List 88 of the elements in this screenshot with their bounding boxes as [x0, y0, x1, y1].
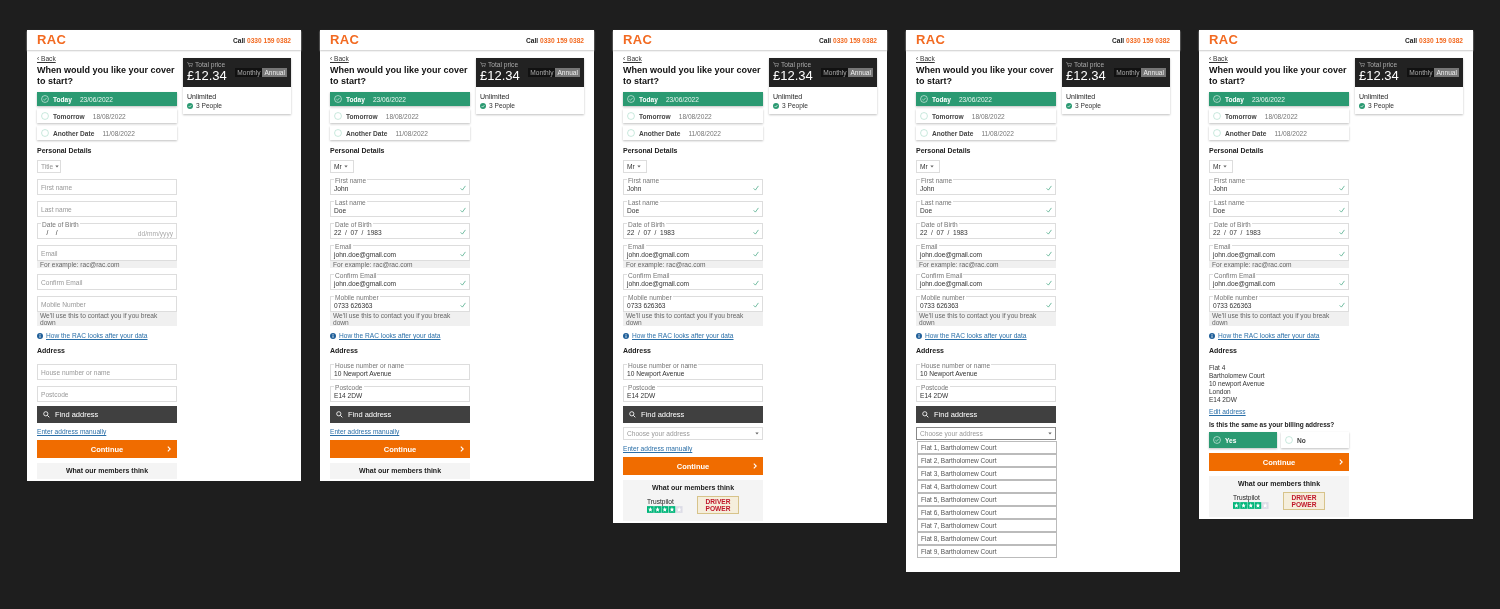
star-rating-drawing — [1233, 501, 1269, 509]
page-heading: When would you like your cover to start? — [37, 65, 176, 87]
page-heading: When would you like your cover to start? — [623, 65, 762, 87]
check-circle-icon — [1213, 95, 1221, 103]
check-icon — [460, 229, 466, 235]
search-icon — [43, 411, 50, 418]
info-icon — [623, 332, 629, 339]
rac-logo: RAC — [623, 33, 653, 47]
cart-icon — [1359, 61, 1365, 68]
radio-icon — [920, 112, 928, 120]
check-icon — [753, 302, 759, 308]
rac-logo: RAC — [330, 33, 360, 47]
total-price: £12.34 — [1066, 68, 1106, 84]
check-circle-icon — [41, 95, 49, 103]
radio-icon — [627, 129, 635, 137]
check-icon — [1046, 185, 1052, 191]
radio-icon — [1285, 436, 1293, 444]
rac-logo: RAC — [1209, 33, 1239, 47]
check-icon — [753, 229, 759, 235]
check-icon — [1046, 229, 1052, 235]
check-icon — [1339, 280, 1345, 286]
check-circle-icon — [920, 95, 928, 103]
check-icon — [1339, 229, 1345, 235]
radio-icon — [1213, 112, 1221, 120]
total-price: £12.34 — [773, 68, 813, 84]
caret-icon — [343, 165, 348, 168]
radio-icon — [41, 129, 49, 137]
check-icon — [1339, 185, 1345, 191]
cart-icon — [1066, 61, 1072, 68]
check-icon — [460, 207, 466, 213]
check-icon — [1046, 302, 1052, 308]
page-heading: When would you like your cover to start? — [330, 65, 469, 87]
page-heading: When would you like your cover to start? — [916, 65, 1055, 87]
check-circle-icon — [773, 102, 779, 109]
check-icon — [1046, 280, 1052, 286]
check-icon — [1339, 251, 1345, 257]
check-icon — [753, 207, 759, 213]
check-icon — [753, 185, 759, 191]
cart-icon — [187, 61, 193, 68]
caret-icon — [636, 165, 641, 168]
chevron-icon — [1339, 459, 1343, 465]
search-icon — [629, 411, 636, 418]
page-heading: When would you like your cover to start? — [1209, 65, 1348, 87]
check-icon — [1339, 302, 1345, 308]
search-icon — [922, 411, 929, 418]
check-icon — [460, 185, 466, 191]
check-icon — [1339, 207, 1345, 213]
check-icon — [1046, 251, 1052, 257]
check-icon — [460, 302, 466, 308]
check-circle-icon — [627, 95, 635, 103]
check-circle-icon — [187, 102, 193, 109]
caret-icon — [755, 432, 759, 435]
info-icon — [37, 332, 43, 339]
star-rating-drawing — [647, 505, 683, 513]
check-circle-icon — [1066, 102, 1072, 109]
caret-icon — [1222, 165, 1227, 168]
info-icon — [330, 332, 336, 339]
radio-icon — [334, 129, 342, 137]
rac-logo: RAC — [916, 33, 946, 47]
check-circle-icon — [480, 102, 486, 109]
cart-icon — [480, 61, 486, 68]
radio-icon — [920, 129, 928, 137]
total-price: £12.34 — [1359, 68, 1399, 84]
radio-icon — [627, 112, 635, 120]
check-icon — [753, 251, 759, 257]
info-icon — [916, 332, 922, 339]
chevron-icon — [753, 463, 757, 469]
check-icon — [460, 280, 466, 286]
check-icon — [753, 280, 759, 286]
total-price: £12.34 — [480, 68, 520, 84]
info-icon — [1209, 332, 1215, 339]
check-circle-icon — [334, 95, 342, 103]
radio-icon — [1213, 129, 1221, 137]
search-icon — [336, 411, 343, 418]
radio-icon — [334, 112, 342, 120]
caret-icon — [55, 165, 60, 168]
cart-icon — [773, 61, 779, 68]
total-price: £12.34 — [187, 68, 227, 84]
caret-icon — [929, 165, 934, 168]
caret-icon — [1048, 432, 1052, 435]
chevron-icon — [460, 446, 464, 452]
check-circle-icon — [1213, 436, 1221, 444]
chevron-icon — [167, 446, 171, 452]
radio-icon — [41, 112, 49, 120]
check-icon — [1046, 207, 1052, 213]
check-icon — [460, 251, 466, 257]
rac-logo: RAC — [37, 33, 67, 47]
check-circle-icon — [1359, 102, 1365, 109]
